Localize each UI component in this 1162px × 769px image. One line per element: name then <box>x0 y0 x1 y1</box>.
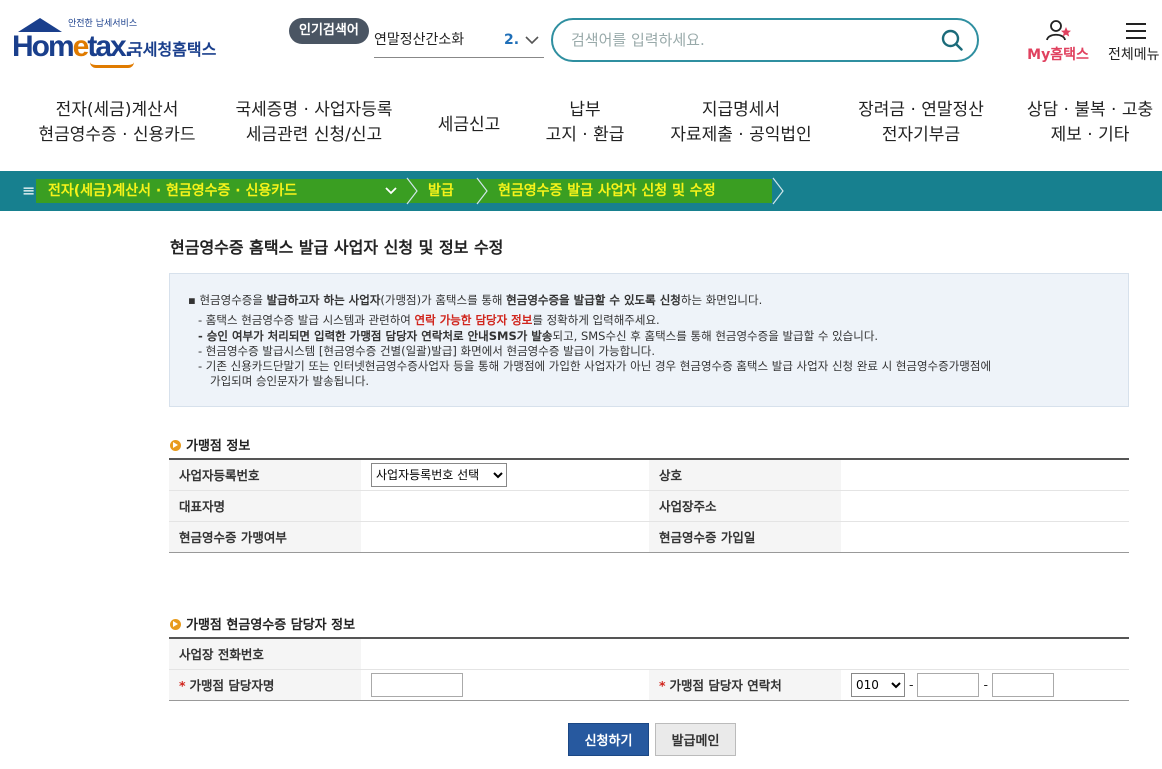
search-input[interactable] <box>571 28 931 52</box>
nav-line2: 제보 · 기타 <box>1050 125 1130 145</box>
nav-line1: 전자(세금)계산서 <box>55 100 179 120</box>
nav-line1: 장려금 · 연말정산 <box>858 100 984 120</box>
breadcrumb-item-category[interactable]: 전자(세금)계산서 · 현금영수증 · 신용카드 <box>48 171 297 211</box>
manager-name-label: * 가맹점 담당자명 <box>169 669 361 701</box>
popular-search-dropdown[interactable]: 연말정산간소화 2. <box>374 24 544 58</box>
phone-label: 사업장 전화번호 <box>169 637 361 670</box>
ceo-value <box>361 490 649 522</box>
section-title-merchant: 가맹점 정보 <box>170 435 250 454</box>
merchant-info-table: 사업자등록번호 사업자등록번호 선택 상호 대표자명 사업장주소 현금영수증 가… <box>169 458 1129 553</box>
company-value <box>841 458 1129 491</box>
nav-e-invoice[interactable]: 전자(세금)계산서 현금영수증 · 신용카드 <box>20 92 210 160</box>
all-menu-label: 전체메뉴 <box>1108 47 1160 63</box>
nav-tax-filing[interactable]: 세금신고 <box>424 98 514 158</box>
notice-line: - 기존 신용카드단말기 또는 인터넷현금영수증사업자 등을 통해 가맹점에 가… <box>198 359 992 373</box>
contact-info-table: 사업장 전화번호 * 가맹점 담당자명 * 가맹점 담당자 연락처 010 - - <box>169 637 1129 701</box>
manager-phone-label: * 가맹점 담당자 연락처 <box>649 669 841 701</box>
member-value <box>361 521 649 553</box>
biz-no-label: 사업자등록번호 <box>169 458 361 491</box>
breadcrumb-item-issue[interactable]: 발급 <box>428 171 454 211</box>
nav-incentives[interactable]: 장려금 · 연말정산 전자기부금 <box>846 98 996 158</box>
phone-value <box>361 637 1129 670</box>
biz-no-cell: 사업자등록번호 선택 <box>361 458 649 491</box>
logo-smile-icon <box>90 62 134 68</box>
manager-phone-cell: 010 - - <box>841 669 1129 701</box>
popular-search-badge: 인기검색어 <box>289 18 369 44</box>
company-label: 상호 <box>649 458 841 491</box>
breadcrumb-separator-icon <box>476 177 488 205</box>
table-row: 대표자명 사업장주소 <box>169 490 1129 522</box>
breadcrumb-separator-icon <box>772 177 784 205</box>
manager-name-cell <box>361 669 649 701</box>
nav-consulting[interactable]: 상담 · 불복 · 고충 제보 · 기타 <box>1018 98 1162 158</box>
nav-line2: 현금영수증 · 신용카드 <box>38 125 196 145</box>
notice-lead: ▪ 현금영수증을 발급하고자 하는 사업자(가맹점)가 홈택스를 통해 현금영수… <box>188 293 763 307</box>
nav-line2: 전자기부금 <box>881 125 961 145</box>
phone-prefix-select[interactable]: 010 <box>851 672 905 697</box>
page-title: 현금영수증 홈택스 발급 사업자 신청 및 정보 수정 <box>170 238 504 257</box>
logo-korean-name: 국세청홈택스 <box>128 40 217 59</box>
address-value <box>841 490 1129 522</box>
ceo-label: 대표자명 <box>169 490 361 522</box>
nav-statements[interactable]: 지급명세서 자료제출 · 공익법인 <box>660 98 822 158</box>
nav-payment[interactable]: 납부 고지 · 환급 <box>530 98 640 158</box>
apply-button[interactable]: 신청하기 <box>568 723 649 756</box>
join-date-value <box>841 521 1129 553</box>
manager-name-input[interactable] <box>371 672 463 697</box>
table-row: 사업장 전화번호 <box>169 637 1129 670</box>
notice-line: - 승인 여부가 처리되면 입력한 가맹점 담당자 연락처로 안내SMS가 발송… <box>198 329 879 343</box>
dash: - <box>908 676 914 692</box>
nav-certificates[interactable]: 국세증명 · 사업자등록 세금관련 신청/신고 <box>222 98 406 158</box>
bullet-arrow-icon <box>170 619 181 630</box>
issue-main-button[interactable]: 발급메인 <box>655 723 736 756</box>
chevron-down-icon[interactable] <box>384 183 398 199</box>
nav-line1: 세금신고 <box>437 115 501 135</box>
table-row: * 가맹점 담당자명 * 가맹점 담당자 연락처 010 - - <box>169 669 1129 701</box>
logo-wordmark: Hometax. <box>12 30 133 63</box>
section-title-contact: 가맹점 현금영수증 담당자 정보 <box>170 614 355 633</box>
chevron-down-icon <box>524 24 540 68</box>
popular-search-rank: 2. <box>504 32 520 48</box>
nav-line2: 세금관련 신청/신고 <box>245 125 383 145</box>
search-box <box>551 18 979 62</box>
search-icon[interactable] <box>941 29 963 51</box>
my-hometax-button[interactable]: My홈택스 <box>1018 18 1098 68</box>
popular-search-term: 연말정산간소화 <box>374 32 465 48</box>
notice-box: ▪ 현금영수증을 발급하고자 하는 사업자(가맹점)가 홈택스를 통해 현금영수… <box>169 273 1129 407</box>
member-label: 현금영수증 가맹여부 <box>169 521 361 553</box>
nav-line1: 납부 <box>569 100 601 120</box>
hamburger-icon <box>1126 23 1146 39</box>
nav-line2: 고지 · 환급 <box>545 125 625 145</box>
address-label: 사업장주소 <box>649 490 841 522</box>
notice-line: 가입되며 승인문자가 발송됩니다. <box>210 374 370 388</box>
breadcrumb-separator-icon <box>406 177 418 205</box>
breadcrumb-item-current: 현금영수증 발급 사업자 신청 및 수정 <box>498 183 716 199</box>
join-date-label: 현금영수증 가입일 <box>649 521 841 553</box>
all-menu-button[interactable]: 전체메뉴 <box>1104 18 1162 68</box>
dash: - <box>983 676 988 692</box>
user-icon <box>1046 20 1071 41</box>
biz-no-select[interactable]: 사업자등록번호 선택 <box>371 462 507 487</box>
hometax-logo[interactable]: 안전한 납세서비스 Hometax. 국세청홈택스 <box>10 16 230 68</box>
nav-line2: 자료제출 · 공익법인 <box>670 125 812 145</box>
table-row: 사업자등록번호 사업자등록번호 선택 상호 <box>169 458 1129 491</box>
nav-line1: 지급명세서 <box>701 100 781 120</box>
logo-tagline: 안전한 납세서비스 <box>68 19 138 29</box>
phone-last-input[interactable] <box>991 672 1054 697</box>
nav-line1: 상담 · 불복 · 고충 <box>1026 100 1154 120</box>
phone-middle-input[interactable] <box>917 672 980 697</box>
my-hometax-label: My홈택스 <box>1027 47 1089 63</box>
notice-line: - 현금영수증 발급시스템 [현금영수증 건별(일괄)발급] 화면에서 현금영수… <box>198 344 656 358</box>
menu-icon[interactable]: ≡ <box>22 181 35 200</box>
nav-line1: 국세증명 · 사업자등록 <box>235 100 393 120</box>
table-row: 현금영수증 가맹여부 현금영수증 가입일 <box>169 521 1129 553</box>
breadcrumb: ≡ 전자(세금)계산서 · 현금영수증 · 신용카드 발급 현금영수증 발급 사… <box>0 171 1162 211</box>
bullet-arrow-icon <box>170 440 181 451</box>
notice-line: - 홈택스 현금영수증 발급 시스템과 관련하여 연락 가능한 담당자 정보를 … <box>198 313 660 327</box>
